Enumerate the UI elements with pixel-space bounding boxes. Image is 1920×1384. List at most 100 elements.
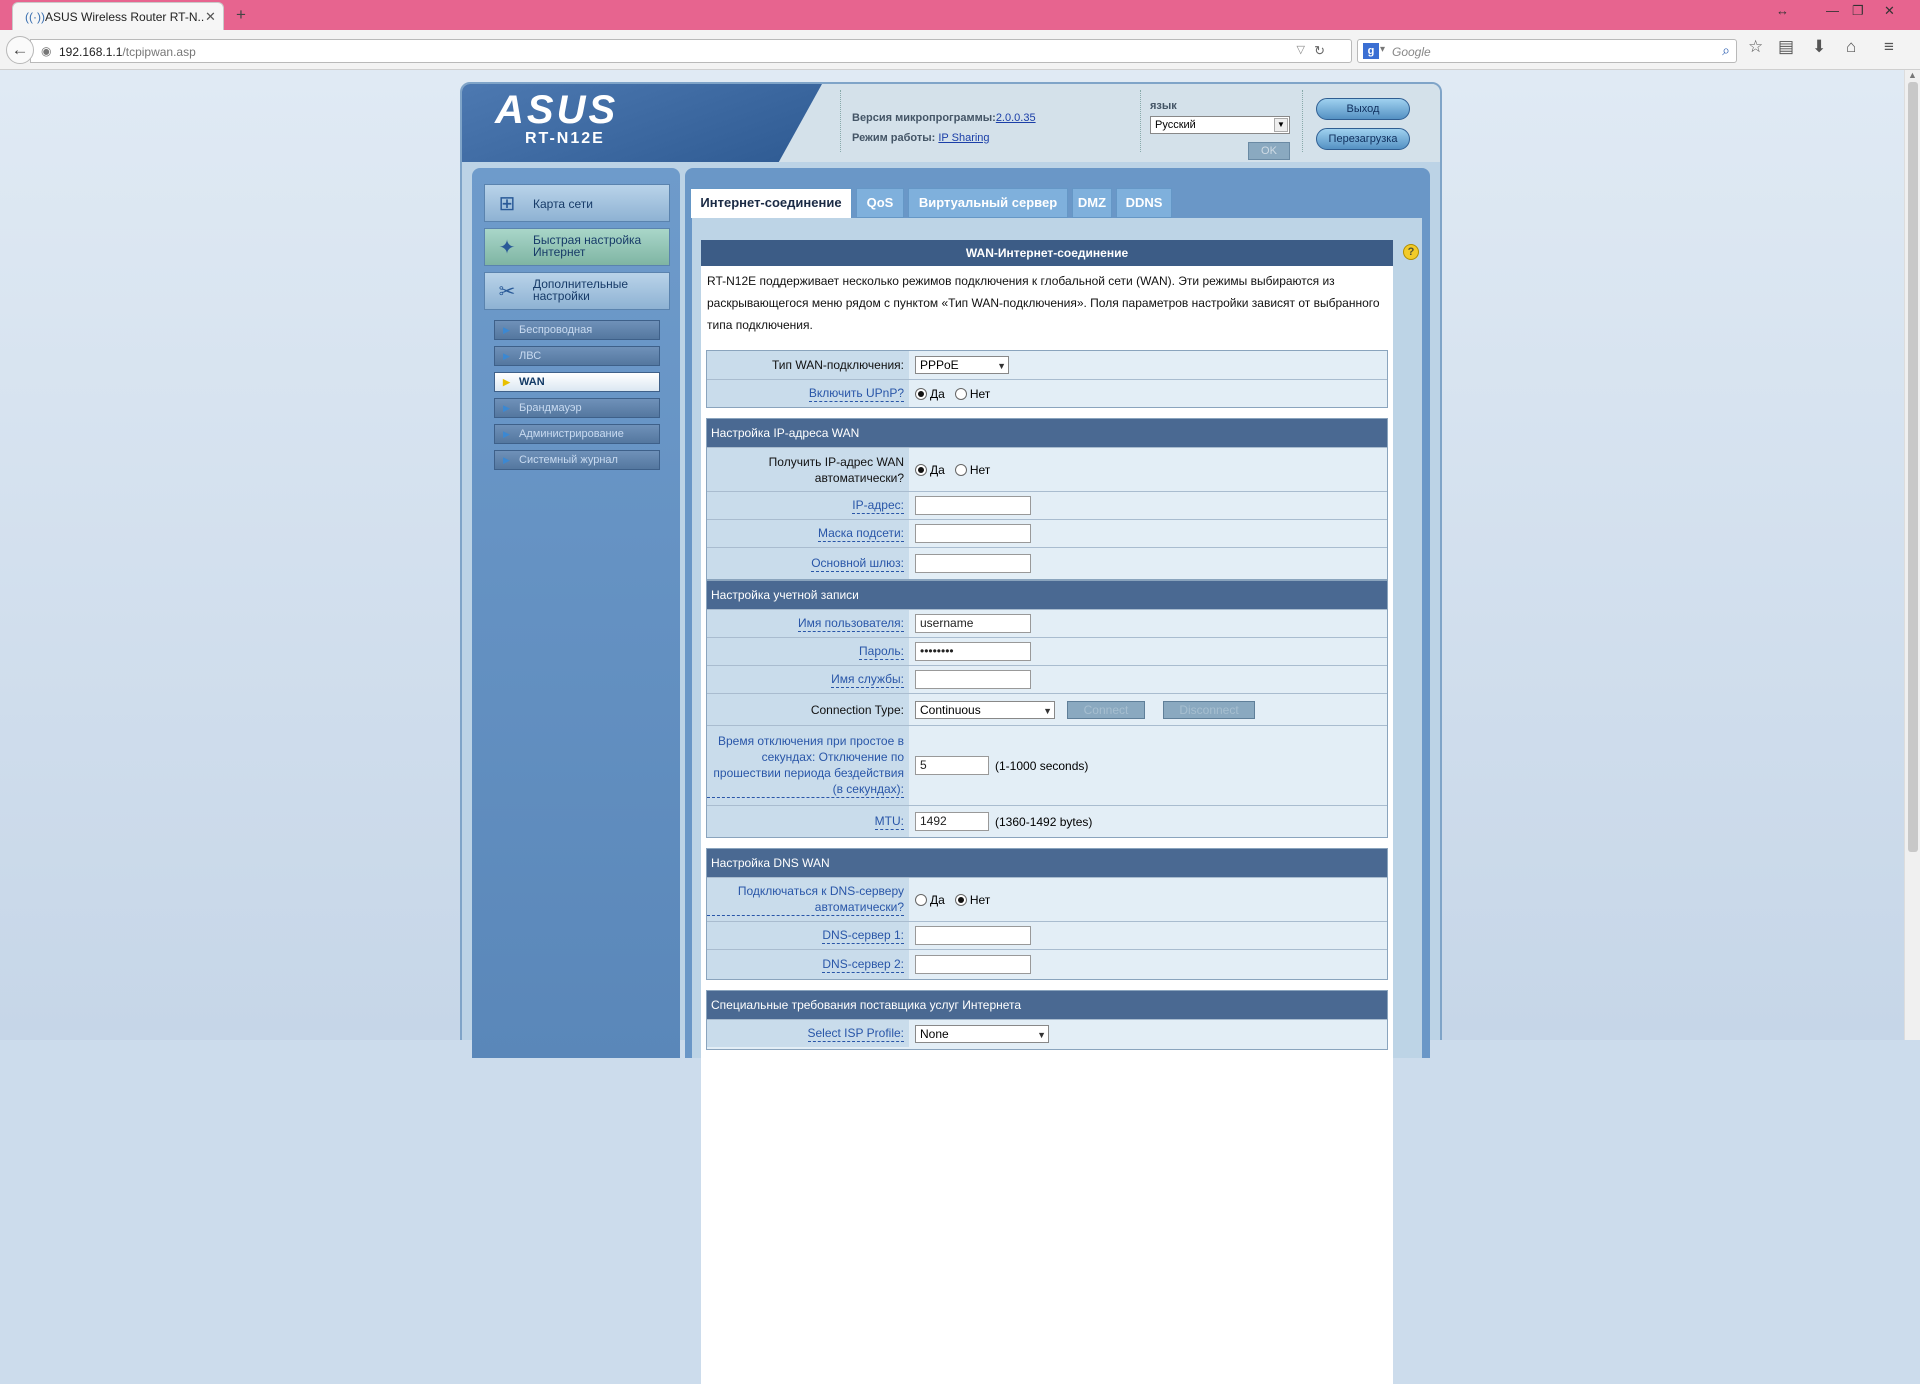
- dns-auto-no-radio[interactable]: [954, 893, 967, 906]
- password-input[interactable]: ••••••••: [915, 642, 1031, 661]
- language-value: Русский: [1155, 119, 1196, 131]
- username-label[interactable]: Имя пользователя:: [797, 615, 904, 632]
- reboot-button[interactable]: Перезагрузка: [1316, 128, 1410, 150]
- subnet-mask-input[interactable]: [915, 524, 1031, 543]
- idle-time-label[interactable]: Время отключения при простое в секундах:…: [707, 733, 904, 798]
- tab-internet-connection[interactable]: Интернет-соединение: [690, 188, 852, 218]
- page-scrollbar[interactable]: ▲: [1904, 70, 1920, 1040]
- isp-profile-row: Select ISP Profile: None ▼: [707, 1019, 1387, 1047]
- scroll-up-icon[interactable]: ▲: [1908, 70, 1917, 80]
- sidebar-item-label: Карта сети: [533, 197, 593, 211]
- restore-icon[interactable]: ❐: [1852, 3, 1864, 19]
- subnet-mask-label[interactable]: Маска подсети:: [817, 525, 904, 542]
- sidebar-item-quick-setup[interactable]: ✦ Быстрая настройка Интернет: [484, 228, 670, 266]
- upnp-row: Включить UPnP? Да Нет: [707, 379, 1387, 407]
- tab-virtual-server[interactable]: Виртуальный сервер: [908, 188, 1068, 218]
- minimize-icon[interactable]: —: [1826, 3, 1839, 18]
- download-icon[interactable]: ⬇: [1812, 37, 1826, 57]
- bookmark-star-icon[interactable]: ☆: [1748, 37, 1763, 57]
- sidebar-item-firewall[interactable]: ▶ Брандмауэр: [494, 398, 660, 418]
- dns1-label[interactable]: DNS-сервер 1:: [822, 927, 904, 944]
- engine-dropdown-icon[interactable]: ▾: [1380, 44, 1385, 55]
- sidebar-item-advanced[interactable]: ✂ Дополнительные настройки: [484, 272, 670, 310]
- password-label[interactable]: Пароль:: [859, 643, 904, 660]
- idle-time-row: Время отключения при простое в секундах:…: [707, 725, 1387, 805]
- sidebar-item-administration[interactable]: ▶ Администрирование: [494, 424, 660, 444]
- ip-address-row: IP-адрес:: [707, 491, 1387, 519]
- language-ok-button[interactable]: OK: [1248, 142, 1290, 160]
- section-header: Настройка DNS WAN: [707, 849, 1387, 877]
- connection-type-label: Connection Type:: [810, 702, 904, 717]
- chevron-down-icon: ▼: [997, 361, 1006, 371]
- globe-icon: ◉: [41, 44, 52, 58]
- tab-qos[interactable]: QoS: [856, 188, 904, 218]
- url-bar[interactable]: ◉ 192.168.1.1/tcpipwan.asp ▽ ↻: [30, 39, 1352, 63]
- resize-icon[interactable]: ↔: [1776, 3, 1789, 18]
- language-select[interactable]: Русский ▼: [1150, 116, 1290, 134]
- dns-auto-yes-radio[interactable]: [915, 893, 927, 906]
- sidebar-item-wan[interactable]: ▶ WAN: [494, 372, 660, 392]
- back-button[interactable]: ←: [6, 36, 34, 64]
- service-name-input[interactable]: [915, 670, 1031, 689]
- connect-button[interactable]: Connect: [1067, 700, 1145, 719]
- new-tab-icon[interactable]: +: [236, 5, 246, 25]
- wan-type-row: Тип WAN-подключения: PPPoE ▼: [707, 351, 1387, 379]
- gateway-label[interactable]: Основной шлюз:: [811, 555, 904, 572]
- subnet-mask-row: Маска подсети:: [707, 519, 1387, 547]
- upnp-yes-radio[interactable]: [915, 387, 927, 400]
- sub-item-label: Беспроводная: [519, 324, 593, 336]
- panel-title: WAN-Интернет-соединение: [701, 240, 1393, 266]
- panel-intro: RT-N12E поддерживает несколько режимов п…: [701, 266, 1393, 344]
- radio-label: Да: [930, 462, 945, 477]
- radio-label: Нет: [969, 386, 991, 401]
- service-name-label[interactable]: Имя службы:: [831, 671, 904, 688]
- upnp-label[interactable]: Включить UPnP?: [808, 385, 904, 402]
- idle-time-input[interactable]: 5: [915, 756, 989, 775]
- dns2-label[interactable]: DNS-сервер 2:: [822, 956, 904, 973]
- mode-link[interactable]: IP Sharing: [938, 132, 989, 144]
- tab-ddns[interactable]: DDNS: [1116, 188, 1172, 218]
- firmware-version-link[interactable]: 2.0.0.35: [996, 112, 1036, 124]
- ip-address-label[interactable]: IP-адрес:: [852, 497, 904, 514]
- sidebar-item-network-map[interactable]: ⊞ Карта сети: [484, 184, 670, 222]
- firmware-info: Версия микропрограммы:2.0.0.35: [852, 112, 1036, 124]
- ip-address-input[interactable]: [915, 496, 1031, 515]
- url-dropdown-icon[interactable]: ▽: [1297, 43, 1305, 56]
- disconnect-button[interactable]: Disconnect: [1163, 700, 1255, 719]
- close-window-icon[interactable]: ✕: [1884, 3, 1895, 19]
- scrollbar-thumb[interactable]: [1908, 82, 1918, 852]
- upnp-no-radio[interactable]: [954, 387, 967, 400]
- play-icon: ▶: [503, 455, 510, 465]
- gateway-input[interactable]: [915, 554, 1031, 573]
- isp-profile-label[interactable]: Select ISP Profile:: [807, 1025, 904, 1042]
- sidebar-item-wireless[interactable]: ▶ Беспроводная: [494, 320, 660, 340]
- help-icon[interactable]: ?: [1403, 244, 1419, 260]
- dns1-input[interactable]: [915, 926, 1031, 945]
- play-icon: ▶: [503, 351, 510, 361]
- dns2-input[interactable]: [915, 955, 1031, 974]
- logout-button[interactable]: Выход: [1316, 98, 1410, 120]
- wan-type-group: Тип WAN-подключения: PPPoE ▼ Включить UPn…: [706, 350, 1388, 408]
- reload-icon[interactable]: ↻: [1314, 43, 1325, 59]
- username-input[interactable]: username: [915, 614, 1031, 633]
- mtu-input[interactable]: 1492: [915, 812, 989, 831]
- asus-logo: ASUS: [495, 88, 619, 132]
- reading-list-icon[interactable]: ▤: [1778, 37, 1794, 57]
- menu-icon[interactable]: ≡: [1884, 37, 1894, 57]
- tab-dmz[interactable]: DMZ: [1072, 188, 1112, 218]
- connection-type-select[interactable]: Continuous ▼: [915, 700, 1055, 719]
- auto-ip-no-radio[interactable]: [954, 463, 967, 476]
- radio-label: Нет: [969, 892, 991, 907]
- mtu-label[interactable]: MTU:: [874, 813, 904, 830]
- browser-tab[interactable]: ((·)) ASUS Wireless Router RT-N... ✕: [12, 2, 224, 30]
- close-tab-icon[interactable]: ✕: [205, 9, 216, 25]
- search-icon[interactable]: ⌕: [1722, 42, 1730, 59]
- auto-ip-yes-radio[interactable]: [915, 463, 927, 476]
- sidebar-item-lan[interactable]: ▶ ЛВС: [494, 346, 660, 366]
- search-bar[interactable]: g ▾ Google ⌕: [1357, 39, 1737, 63]
- wan-type-select[interactable]: PPPoE ▼: [915, 356, 1009, 374]
- sidebar-item-system-log[interactable]: ▶ Системный журнал: [494, 450, 660, 470]
- search-engine-icon[interactable]: g: [1363, 43, 1379, 59]
- home-icon[interactable]: ⌂: [1846, 37, 1856, 57]
- dns-auto-label[interactable]: Подключаться к DNS-серверу автоматически…: [707, 883, 904, 916]
